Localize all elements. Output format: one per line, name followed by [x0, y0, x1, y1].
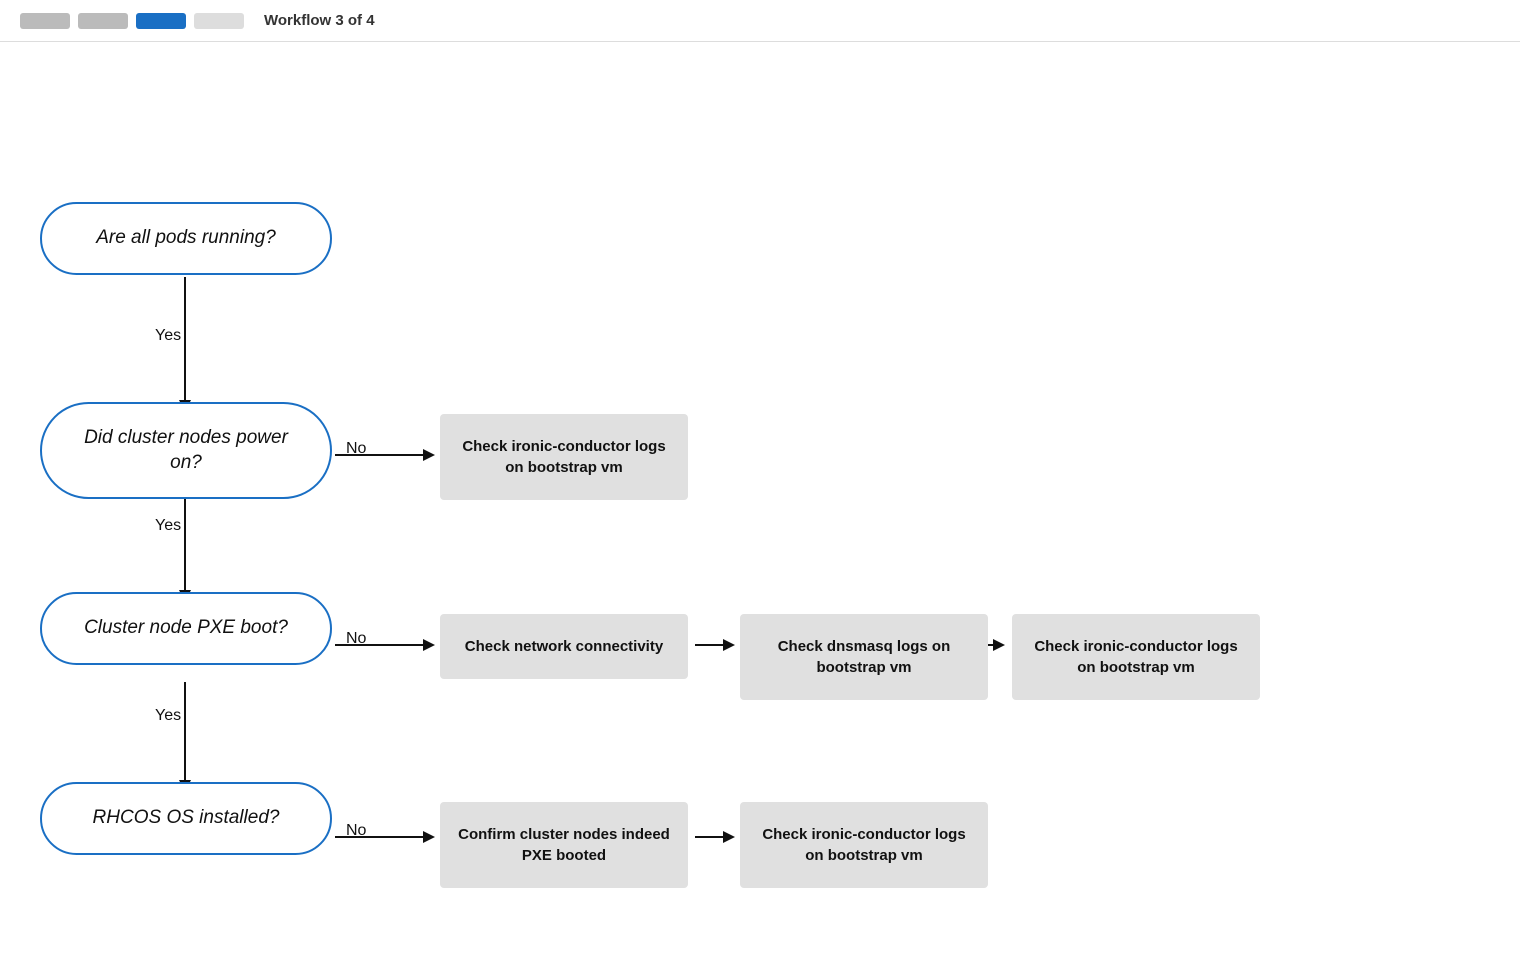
header-title: Workflow 3 of 4 — [264, 12, 375, 29]
yes-label-3: Yes — [155, 707, 181, 725]
no-label-1: No — [346, 440, 366, 458]
progress-segment-2 — [78, 13, 128, 29]
box5-text: Confirm cluster nodes indeed PXE booted — [458, 826, 670, 864]
action-box-5: Confirm cluster nodes indeed PXE booted — [440, 802, 688, 888]
node4-text: RHCOS OS installed? — [93, 807, 280, 828]
decision-node-3: Cluster node PXE boot? — [40, 592, 332, 665]
box6-text: Check ironic-conductor logs on bootstrap… — [762, 826, 965, 864]
action-box-1: Check ironic-conductor logs on bootstrap… — [440, 414, 688, 500]
no-label-2: No — [346, 630, 366, 648]
main-content: Are all pods running? Yes Did cluster no… — [0, 42, 1520, 972]
node1-text: Are all pods running? — [96, 227, 276, 248]
yes-label-1: Yes — [155, 327, 181, 345]
progress-segment-1 — [20, 13, 70, 29]
no-label-3: No — [346, 822, 366, 840]
decision-node-2: Did cluster nodes power on? — [40, 402, 332, 499]
flowchart: Are all pods running? Yes Did cluster no… — [30, 82, 1490, 942]
box4-text: Check ironic-conductor logs on bootstrap… — [1034, 638, 1237, 676]
decision-node-4: RHCOS OS installed? — [40, 782, 332, 855]
action-box-6: Check ironic-conductor logs on bootstrap… — [740, 802, 988, 888]
node3-text: Cluster node PXE boot? — [84, 617, 288, 638]
progress-segment-3 — [136, 13, 186, 29]
action-box-2: Check network connectivity — [440, 614, 688, 679]
yes-label-2: Yes — [155, 517, 181, 535]
box2-text: Check network connectivity — [465, 638, 663, 655]
progress-segment-4 — [194, 13, 244, 29]
node2-text: Did cluster nodes power on? — [84, 427, 288, 473]
box3-text: Check dnsmasq logs on bootstrap vm — [778, 638, 951, 676]
header: Workflow 3 of 4 — [0, 0, 1520, 42]
decision-node-1: Are all pods running? — [40, 202, 332, 275]
action-box-3: Check dnsmasq logs on bootstrap vm — [740, 614, 988, 700]
box1-text: Check ironic-conductor logs on bootstrap… — [462, 438, 665, 476]
action-box-4: Check ironic-conductor logs on bootstrap… — [1012, 614, 1260, 700]
